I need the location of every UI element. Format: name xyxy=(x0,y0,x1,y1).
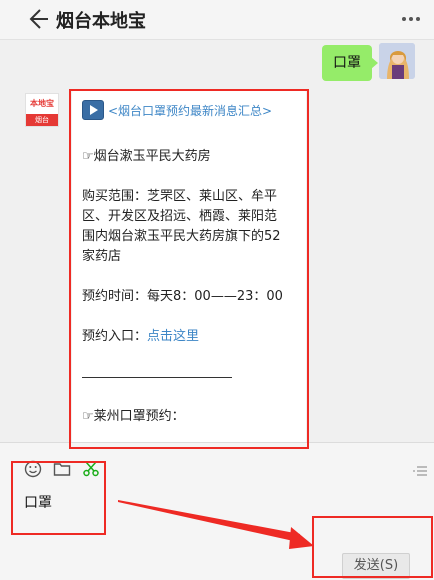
highlight-box-input xyxy=(11,461,106,535)
chat-title: 烟台本地宝 xyxy=(56,11,146,32)
sent-message-bubble[interactable]: 口罩 xyxy=(322,45,378,81)
chat-history-icon[interactable] xyxy=(412,465,428,477)
chat-header: 烟台本地宝 xyxy=(0,0,434,40)
user-avatar-image xyxy=(379,43,415,79)
highlight-box-send xyxy=(312,516,433,578)
my-avatar[interactable] xyxy=(379,43,415,79)
back-arrow-icon[interactable] xyxy=(28,6,50,32)
bot-avatar-logo-text: 本地宝 xyxy=(30,99,54,108)
more-dots-icon[interactable] xyxy=(400,8,422,30)
bot-avatar-city: 烟台 xyxy=(26,114,58,126)
highlight-box-message xyxy=(69,89,309,449)
bot-avatar[interactable]: 本地宝 烟台 xyxy=(25,93,59,127)
